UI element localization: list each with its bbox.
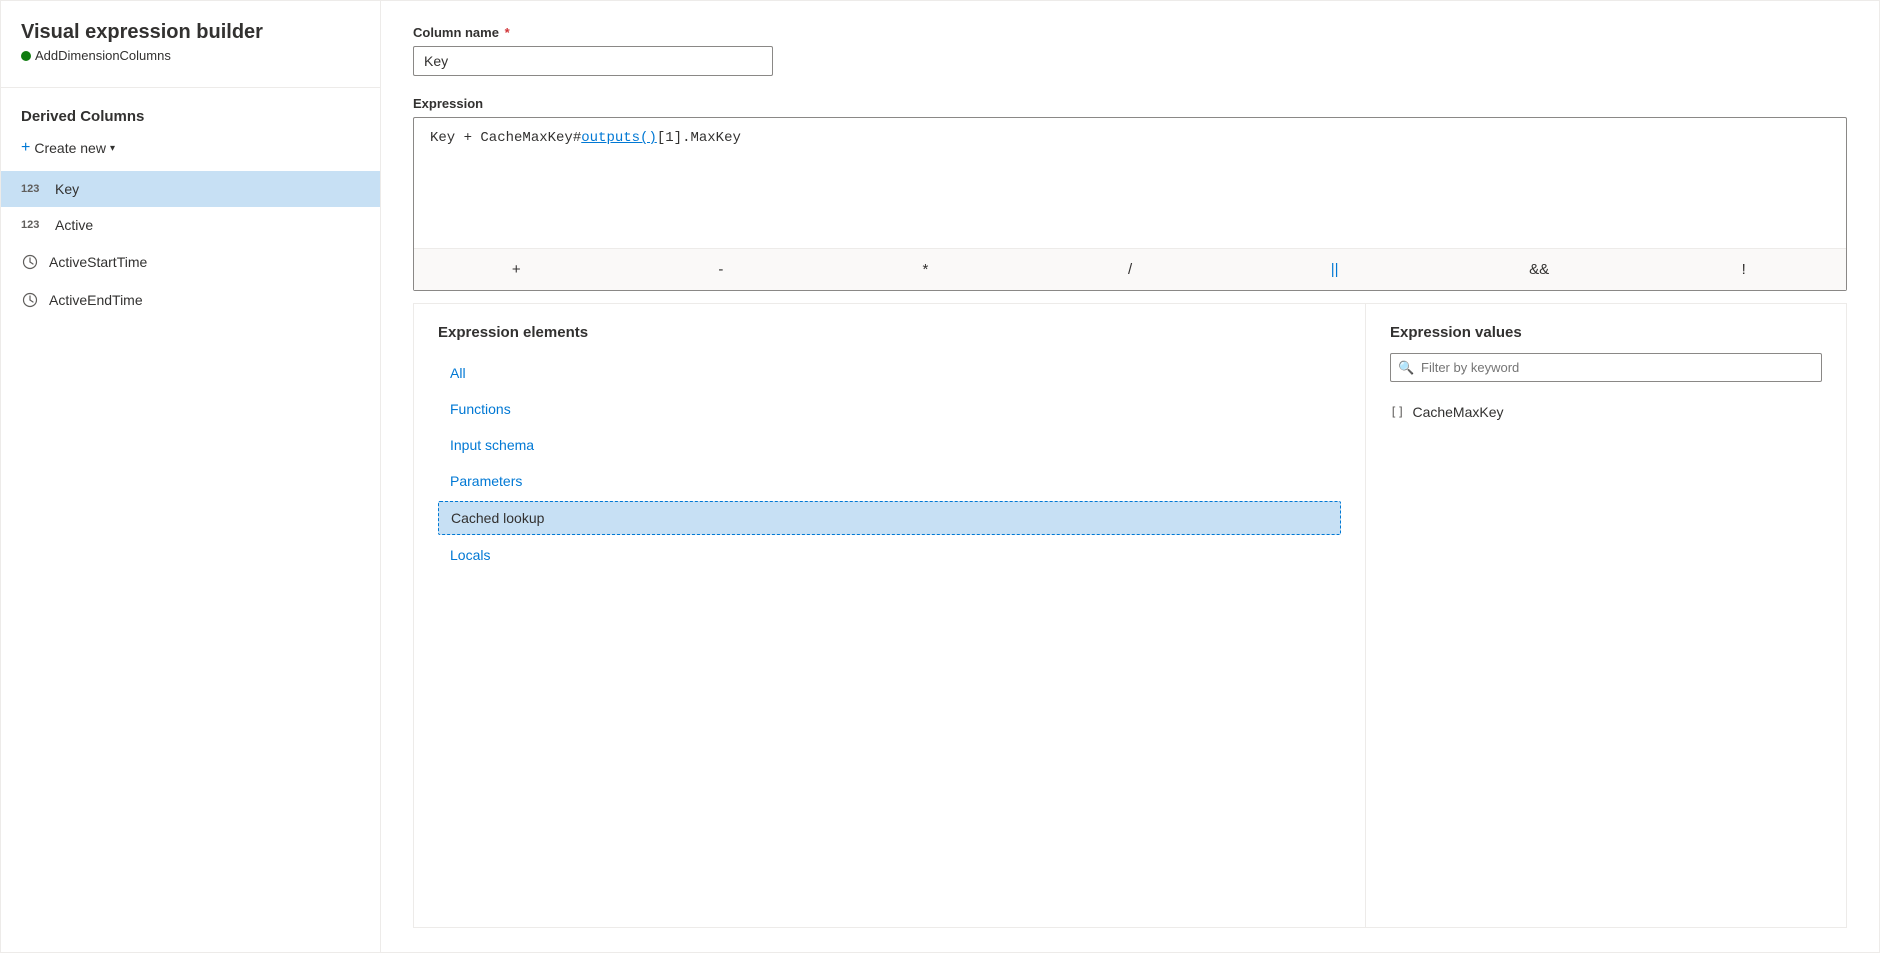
- column-item-key[interactable]: 123 Key: [1, 171, 380, 207]
- column-name-input[interactable]: [413, 46, 773, 76]
- operators-bar: + - * / || && !: [414, 248, 1846, 290]
- type-badge-key: 123: [21, 183, 45, 195]
- value-label-cachemaxkey: CacheMaxKey: [1412, 404, 1503, 420]
- create-new-label: Create new: [34, 140, 106, 156]
- element-all[interactable]: All: [438, 357, 1341, 389]
- expression-values-panel: Expression values 🔍 [] CacheMaxKey: [1366, 304, 1846, 927]
- column-name-active: Active: [55, 217, 93, 233]
- clock-icon-start: [21, 253, 39, 271]
- column-item-activeendtime[interactable]: ActiveEndTime: [1, 281, 380, 319]
- operator-divide[interactable]: /: [1028, 257, 1233, 282]
- element-locals[interactable]: Locals: [438, 539, 1341, 571]
- bottom-section: Expression elements All Functions Input …: [413, 303, 1847, 928]
- top-divider: [1, 87, 380, 88]
- operator-minus[interactable]: -: [619, 257, 824, 282]
- main-container: Visual expression builder AddDimensionCo…: [0, 0, 1880, 953]
- derived-columns-title: Derived Columns: [1, 108, 380, 133]
- left-panel: Visual expression builder AddDimensionCo…: [1, 1, 381, 952]
- expression-part1: Key + CacheMaxKey#: [430, 130, 581, 146]
- subtitle-text: AddDimensionColumns: [35, 48, 171, 63]
- create-new-button[interactable]: + Create new ▾: [1, 133, 380, 163]
- app-subtitle: AddDimensionColumns: [1, 48, 380, 79]
- expression-editor[interactable]: Key + CacheMaxKey#outputs()[1].MaxKey: [414, 118, 1846, 248]
- app-title: Visual expression builder: [1, 21, 380, 48]
- type-badge-active: 123: [21, 219, 45, 231]
- column-name-label: Column name *: [413, 25, 1847, 40]
- column-name-activestarttime: ActiveStartTime: [49, 254, 147, 270]
- element-functions[interactable]: Functions: [438, 393, 1341, 425]
- expression-part2: [1].MaxKey: [657, 130, 741, 146]
- column-item-active[interactable]: 123 Active: [1, 207, 380, 243]
- top-content: Column name * Expression Key + CacheMaxK…: [413, 25, 1847, 291]
- operator-plus[interactable]: +: [414, 257, 619, 282]
- operator-and[interactable]: &&: [1437, 257, 1642, 282]
- element-input-schema[interactable]: Input schema: [438, 429, 1341, 461]
- column-name-key: Key: [55, 181, 79, 197]
- clock-icon-end: [21, 291, 39, 309]
- column-name-activeendtime: ActiveEndTime: [49, 292, 143, 308]
- filter-wrapper: 🔍: [1390, 353, 1822, 382]
- operator-not[interactable]: !: [1641, 257, 1846, 282]
- expression-wrapper: Key + CacheMaxKey#outputs()[1].MaxKey + …: [413, 117, 1847, 291]
- value-item-cachemaxkey[interactable]: [] CacheMaxKey: [1390, 398, 1822, 426]
- array-icon: []: [1390, 405, 1404, 419]
- search-icon: 🔍: [1398, 360, 1414, 376]
- operator-pipe[interactable]: ||: [1232, 257, 1437, 282]
- status-dot: [21, 51, 31, 61]
- expression-link[interactable]: outputs(): [581, 130, 657, 146]
- chevron-down-icon: ▾: [110, 143, 115, 154]
- expression-values-title: Expression values: [1390, 324, 1822, 341]
- required-star: *: [501, 25, 510, 40]
- expression-elements-panel: Expression elements All Functions Input …: [414, 304, 1366, 927]
- expression-label: Expression: [413, 96, 1847, 111]
- column-list: 123 Key 123 Active ActiveStartTime: [1, 171, 380, 319]
- right-panel: Column name * Expression Key + CacheMaxK…: [381, 1, 1879, 952]
- element-parameters[interactable]: Parameters: [438, 465, 1341, 497]
- expression-elements-title: Expression elements: [438, 324, 1341, 341]
- filter-input[interactable]: [1390, 353, 1822, 382]
- column-item-activestarttime[interactable]: ActiveStartTime: [1, 243, 380, 281]
- operator-multiply[interactable]: *: [823, 257, 1028, 282]
- element-cached-lookup[interactable]: Cached lookup: [438, 501, 1341, 535]
- plus-icon: +: [21, 139, 30, 157]
